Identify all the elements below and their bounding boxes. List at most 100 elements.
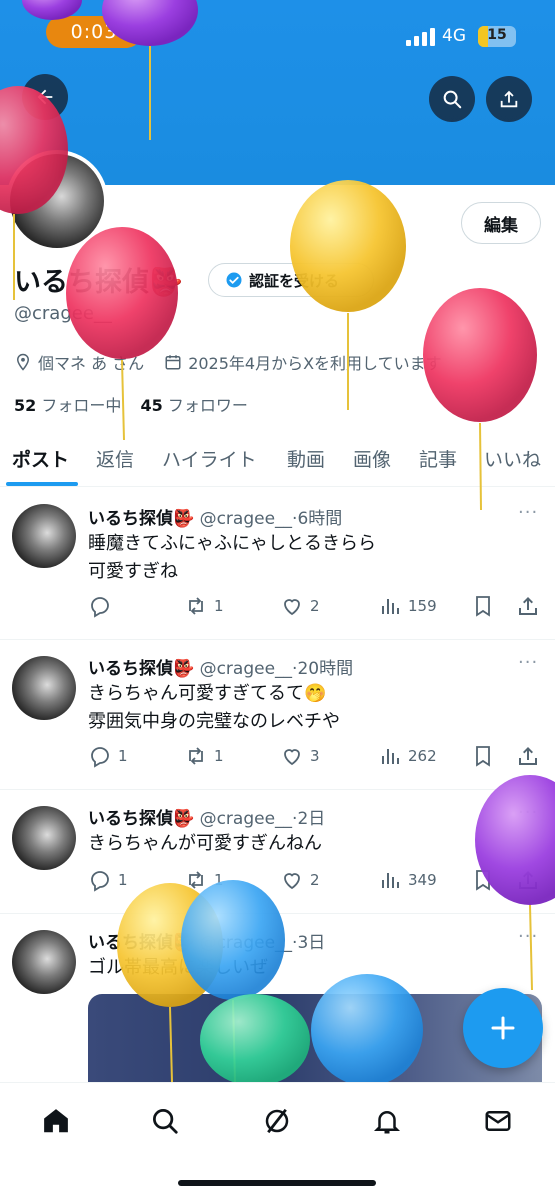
more-options-icon[interactable]: ··· <box>518 502 538 523</box>
verified-badge-icon <box>226 272 242 288</box>
views-icon <box>382 873 399 888</box>
views-button[interactable]: 159 <box>378 594 437 618</box>
post-time: 3日 <box>297 933 326 953</box>
more-options-icon[interactable]: ··· <box>518 802 538 823</box>
reply-button[interactable]: 1 <box>88 868 128 892</box>
signal-icon <box>406 28 435 46</box>
post-avatar[interactable] <box>12 930 76 994</box>
bookmark-icon <box>476 870 490 891</box>
tab-replies[interactable]: 返信 <box>96 445 134 472</box>
reply-button[interactable] <box>88 594 118 618</box>
tab-videos[interactable]: 動画 <box>287 445 325 472</box>
share-icon <box>519 747 537 765</box>
active-tab-indicator <box>6 482 78 486</box>
profile-joined: 2025年4月からXを利用しています <box>188 354 442 373</box>
more-options-icon[interactable]: ··· <box>518 652 538 673</box>
share-icon <box>500 90 518 108</box>
follow-stats: 52 フォロー中 45 フォロワー <box>14 392 248 416</box>
bookmark-button[interactable] <box>471 868 495 892</box>
post-author-name: いるち探偵👺 <box>88 509 195 529</box>
tab-images[interactable]: 画像 <box>353 445 391 472</box>
bookmark-button[interactable] <box>471 594 495 618</box>
compose-button[interactable] <box>463 988 543 1068</box>
back-button[interactable] <box>22 74 68 120</box>
post-text-line: きらちゃん可愛すぎてるて🤭 <box>88 683 327 704</box>
post-time: 20時間 <box>297 659 354 679</box>
like-button[interactable]: 3 <box>280 744 320 768</box>
search-button[interactable] <box>429 76 475 122</box>
share-button[interactable] <box>516 868 540 892</box>
like-button[interactable]: 2 <box>280 594 320 618</box>
post-avatar[interactable] <box>12 806 76 870</box>
more-options-icon[interactable]: ··· <box>518 926 538 947</box>
following-link[interactable]: 52 フォロー中 <box>14 396 121 415</box>
nav-messages[interactable] <box>480 1103 516 1139</box>
like-count: 2 <box>310 871 320 889</box>
status-bar: 0:03 4G 15 <box>0 0 555 70</box>
post-time: 6時間 <box>297 509 343 529</box>
post-author-name: いるち探偵👺 <box>88 659 195 679</box>
nav-grok[interactable] <box>259 1103 295 1139</box>
repost-button[interactable]: 1 <box>184 744 224 768</box>
get-verified-label: 認証を受ける <box>249 271 340 290</box>
post-item[interactable]: いるち探偵👺 @cragee__·20時間 ··· きらちゃん可愛すぎてるて🤭 … <box>0 640 555 790</box>
plus-icon <box>491 1016 515 1040</box>
heart-icon <box>284 873 300 890</box>
post-actions: 1 1 2 349 <box>0 868 555 894</box>
tab-posts[interactable]: ポスト <box>12 445 69 472</box>
search-icon <box>443 90 462 109</box>
post-text-line: 可愛すぎね <box>88 561 178 582</box>
post-header: いるち探偵👺 @cragee__·6時間 <box>88 509 343 529</box>
bookmark-icon <box>476 596 490 617</box>
repost-button[interactable]: 1 <box>184 594 224 618</box>
tab-highlights[interactable]: ハイライト <box>162 445 257 472</box>
views-button[interactable]: 262 <box>378 744 437 768</box>
nav-home[interactable] <box>38 1103 74 1139</box>
view-count: 159 <box>408 597 437 615</box>
post-item[interactable]: いるち探偵👺 @cragee__·6時間 ··· 睡魔きてふにゃふにゃしとるきら… <box>0 488 555 640</box>
profile-avatar[interactable] <box>6 150 108 252</box>
edit-profile-button[interactable]: 編集 <box>461 202 541 244</box>
bookmark-button[interactable] <box>471 744 495 768</box>
tab-articles[interactable]: 記事 <box>419 445 457 472</box>
post-header: いるち探偵👺 @cragee__·20時間 <box>88 659 354 679</box>
share-icon <box>519 597 537 615</box>
profile-handle: @cragee__ <box>14 303 112 324</box>
followers-link[interactable]: 45 フォロワー <box>140 396 247 415</box>
post-text-line: ゴル帯最高に楽しいぜ <box>88 957 268 978</box>
post-item[interactable]: いるち探偵👺 @cragee__·2日 ··· きらちゃんが可愛すぎんねん 1 … <box>0 790 555 914</box>
search-icon <box>153 1109 178 1134</box>
share-icon <box>519 871 537 889</box>
like-button[interactable]: 2 <box>280 868 320 892</box>
profile-name: いるち探偵👺 <box>14 267 183 298</box>
tab-likes[interactable]: いいね <box>484 445 541 472</box>
views-icon <box>382 599 399 614</box>
profile-tabs: ポスト 返信 ハイライト 動画 画像 記事 いいね <box>0 437 555 487</box>
nav-notifications[interactable] <box>369 1103 405 1139</box>
views-button[interactable]: 349 <box>378 868 437 892</box>
post-text-line: きらちゃんが可愛すぎんねん <box>88 833 322 854</box>
followers-count: 45 <box>140 396 163 415</box>
nav-search[interactable] <box>147 1103 183 1139</box>
share-button[interactable] <box>516 594 540 618</box>
back-arrow-icon <box>37 89 53 105</box>
share-button[interactable] <box>516 744 540 768</box>
post-text: きらちゃんが可愛すぎんねん <box>88 830 322 858</box>
get-verified-button[interactable]: 認証を受ける <box>208 263 374 297</box>
post-text: ゴル帯最高に楽しいぜ <box>88 954 268 982</box>
reply-icon <box>91 597 109 618</box>
following-label: フォロー中 <box>41 396 122 415</box>
reply-button[interactable]: 1 <box>88 744 128 768</box>
post-author-name: いるち探偵👺 <box>88 933 195 953</box>
post-header: いるち探偵👺 @cragee__·2日 <box>88 809 326 829</box>
post-actions: 1 2 159 <box>0 594 555 620</box>
repost-button[interactable]: 1 <box>184 868 224 892</box>
share-profile-button[interactable] <box>486 76 532 122</box>
post-text-line: 睡魔きてふにゃふにゃしとるきらら <box>88 533 376 554</box>
post-avatar[interactable] <box>12 504 76 568</box>
repost-icon <box>189 747 203 765</box>
post-author-handle: @cragee__ <box>199 659 293 679</box>
battery-level: 15 <box>487 27 507 43</box>
post-avatar[interactable] <box>12 656 76 720</box>
post-text: 睡魔きてふにゃふにゃしとるきらら 可愛すぎね <box>88 530 376 586</box>
